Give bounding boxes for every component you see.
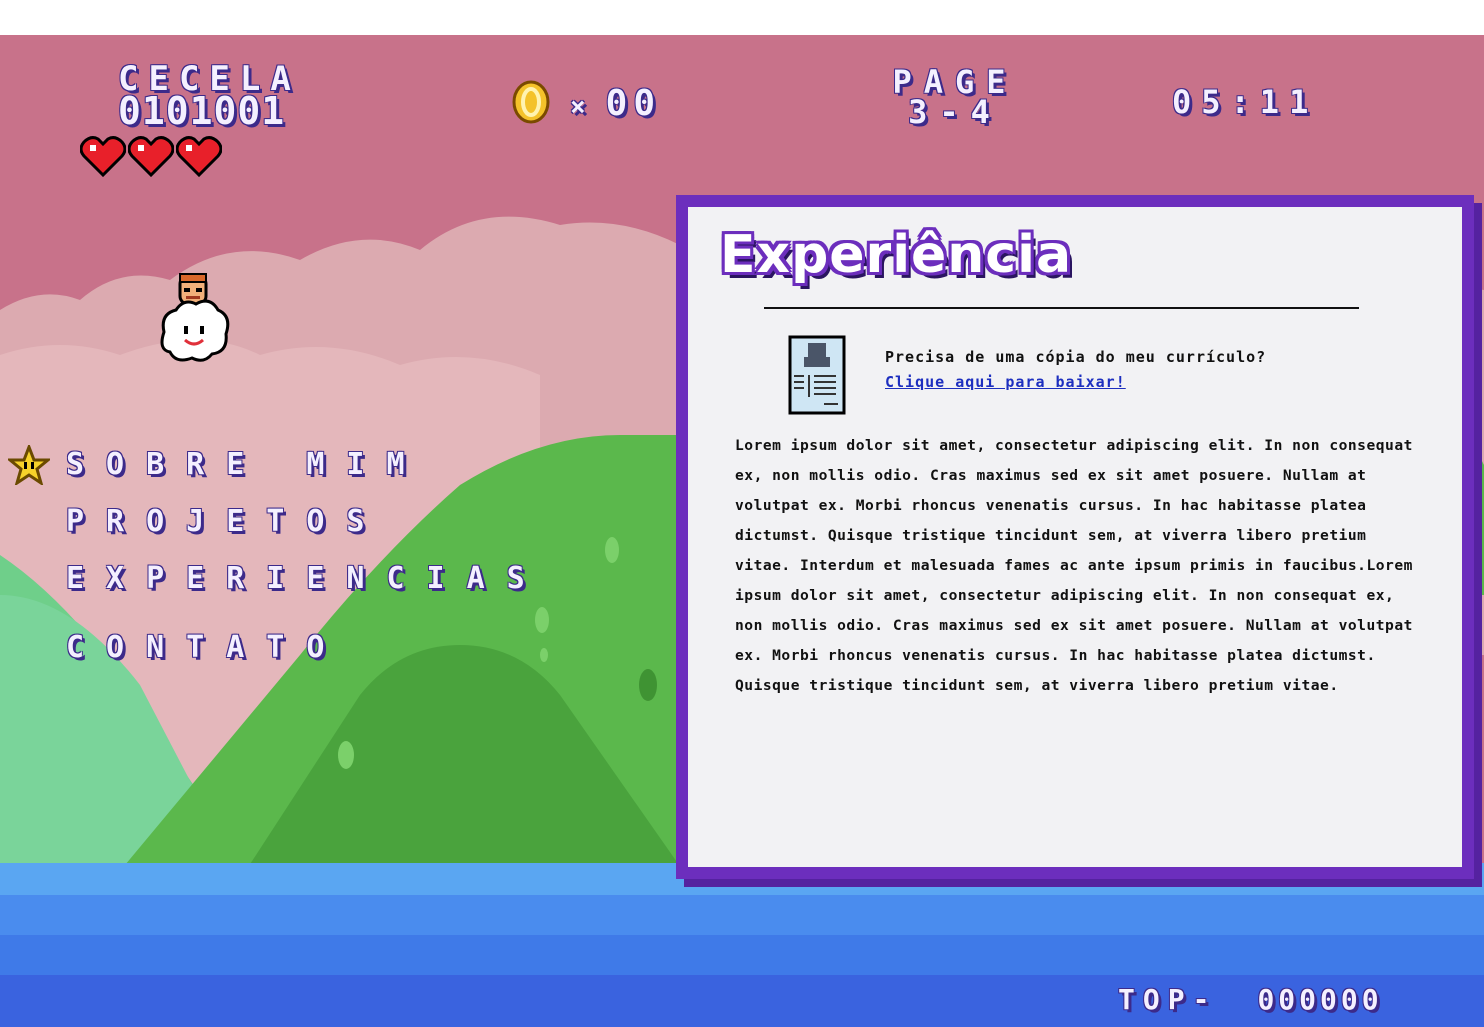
resume-icon[interactable] xyxy=(788,335,846,415)
heart-icon xyxy=(176,136,222,177)
page-number: 3-4 xyxy=(908,93,1002,131)
menu-item-projetos[interactable]: PROJETOS xyxy=(66,502,547,559)
coin-count-value: 00 xyxy=(605,83,662,124)
top-score-label: TOP- xyxy=(1118,983,1218,1016)
game-scene: CECELA 0101001 × 00 PAGE 3-4 05:11 SOBRE … xyxy=(0,35,1484,1027)
lives-hearts xyxy=(80,135,222,177)
main-menu: SOBRE MIM PROJETOS EXPERIENCIAS CONTATO xyxy=(66,445,547,685)
heart-icon xyxy=(80,136,126,177)
star-icon xyxy=(8,445,50,485)
timer: 05:11 xyxy=(1172,83,1319,121)
cloud-character xyxy=(160,273,230,362)
player-score: 0101001 xyxy=(118,89,286,133)
experience-text: Lorem ipsum dolor sit amet, consectetur … xyxy=(735,437,1413,694)
menu-item-sobre-mim[interactable]: SOBRE MIM xyxy=(66,445,547,502)
coin-icon xyxy=(512,80,550,124)
resume-question: Precisa de uma cópia do meu currículo? xyxy=(885,348,1267,366)
page-indicator: PAGE 3-4 xyxy=(880,66,1030,131)
menu-item-experiencias[interactable]: EXPERIENCIAS xyxy=(66,559,547,616)
menu-item-contato[interactable]: CONTATO xyxy=(66,628,547,685)
panel-title: Experiência xyxy=(720,225,1073,285)
top-score-value: 000000 xyxy=(1257,983,1383,1016)
title-divider xyxy=(764,307,1359,309)
heart-icon xyxy=(128,136,174,177)
top-score: TOP- 000000 xyxy=(1118,983,1383,1016)
coin-multiplier: × xyxy=(570,92,592,122)
download-resume-link[interactable]: Clique aqui para baixar! xyxy=(885,373,1126,391)
coin-counter: × 00 xyxy=(570,83,661,124)
